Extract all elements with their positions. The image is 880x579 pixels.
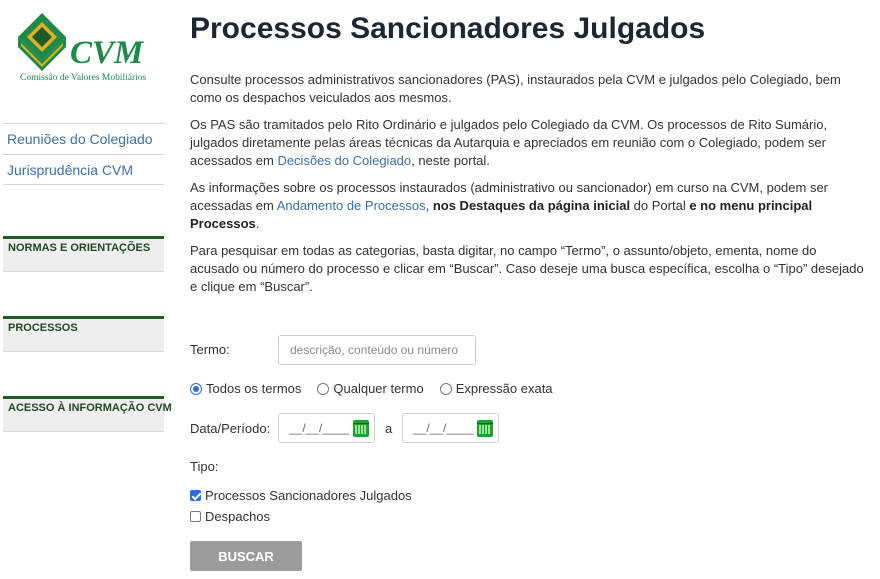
termo-label: Termo: xyxy=(190,342,230,357)
cvm-logo[interactable]: CVM Comissão de Valores Mobiliários xyxy=(18,13,153,85)
radio-todos-indicator[interactable] xyxy=(190,382,202,395)
checkbox-processos-label: Processos Sancionadores Julgados xyxy=(205,488,412,503)
date-to-input[interactable]: __/__/____ xyxy=(402,413,499,443)
intro-paragraph-1: Consulte processos administrativos sanci… xyxy=(190,72,841,105)
radio-expressao-indicator[interactable] xyxy=(439,382,452,395)
checkbox-despachos-label: Despachos xyxy=(205,509,271,524)
sidebar: CVM Comissão de Valores Mobiliários Reun… xyxy=(0,0,172,579)
buscar-button[interactable]: BUSCAR xyxy=(190,541,302,571)
date-from-input[interactable]: __/__/____ xyxy=(278,413,375,443)
sidebar-section-acesso-informacao[interactable]: ACESSO À INFORMAÇÃO CVM xyxy=(3,396,172,432)
calendar-icon[interactable] xyxy=(477,420,493,437)
termo-input[interactable] xyxy=(278,335,476,365)
date-from-value: __/__/____ xyxy=(289,421,350,435)
calendar-icon[interactable] xyxy=(353,420,369,437)
sidebar-section-processos[interactable]: PROCESSOS xyxy=(3,316,164,352)
radio-todos-label: Todos os termos xyxy=(206,381,302,396)
intro-paragraph-2: Os PAS são tramitados pelo Rito Ordinári… xyxy=(190,116,868,170)
checkbox-processos-indicator[interactable] xyxy=(190,490,201,501)
radio-qualquer-termo[interactable]: Qualquer termo xyxy=(317,381,424,396)
logo-wordmark: CVM xyxy=(70,35,144,71)
intro-p2-tail: , neste portal. xyxy=(411,153,490,168)
checkbox-processos-sancionadores[interactable]: Processos Sancionadores Julgados xyxy=(190,488,412,503)
logo-subtitle: Comissão de Valores Mobiliários xyxy=(20,73,147,83)
intro-p3-bold-destaques: nos Destaques da página inicial xyxy=(432,198,631,213)
intro-paragraph-4: Para pesquisar em todas as categorias, b… xyxy=(190,243,864,294)
radio-expressao-exata[interactable]: Expressão exata xyxy=(439,381,553,396)
intro-p3-portal: do Portal xyxy=(630,198,690,213)
cvm-logo-mark xyxy=(18,13,66,71)
radio-qualquer-label: Qualquer termo xyxy=(333,381,424,396)
sidebar-link-reunioes[interactable]: Reuniões do Colegiado xyxy=(3,123,164,154)
sidebar-links: Reuniões do Colegiado Jurisprudência CVM xyxy=(3,123,164,185)
tipo-label: Tipo: xyxy=(190,459,219,474)
radio-expressao-label: Expressão exata xyxy=(455,381,553,396)
intro-p3-end: . xyxy=(255,216,260,231)
checkbox-despachos-indicator[interactable] xyxy=(190,511,201,522)
checkbox-despachos[interactable]: Despachos xyxy=(190,509,270,524)
link-andamento-processos[interactable]: Andamento de Processos xyxy=(277,198,426,213)
intro-text: Consulte processos administrativos sanci… xyxy=(190,71,868,305)
date-to-value: __/__/____ xyxy=(413,421,474,435)
search-mode-radios: Todos os termos Qualquer termo Expressão… xyxy=(190,381,569,396)
link-decisoes-colegiado[interactable]: Decisões do Colegiado xyxy=(277,153,411,168)
page-title: Processos Sancionadores Julgados xyxy=(190,12,706,45)
radio-qualquer-indicator[interactable] xyxy=(317,382,330,395)
intro-p3-sep: , xyxy=(425,198,433,213)
radio-todos-os-termos[interactable]: Todos os termos xyxy=(190,381,301,396)
sidebar-link-jurisprudencia[interactable]: Jurisprudência CVM xyxy=(3,154,164,185)
sidebar-section-normas[interactable]: NORMAS E ORIENTAÇÕES xyxy=(3,236,164,272)
date-separator: a xyxy=(385,421,393,436)
date-label: Data/Período: xyxy=(190,421,271,436)
intro-paragraph-3: As informações sobre os processos instau… xyxy=(190,179,868,233)
